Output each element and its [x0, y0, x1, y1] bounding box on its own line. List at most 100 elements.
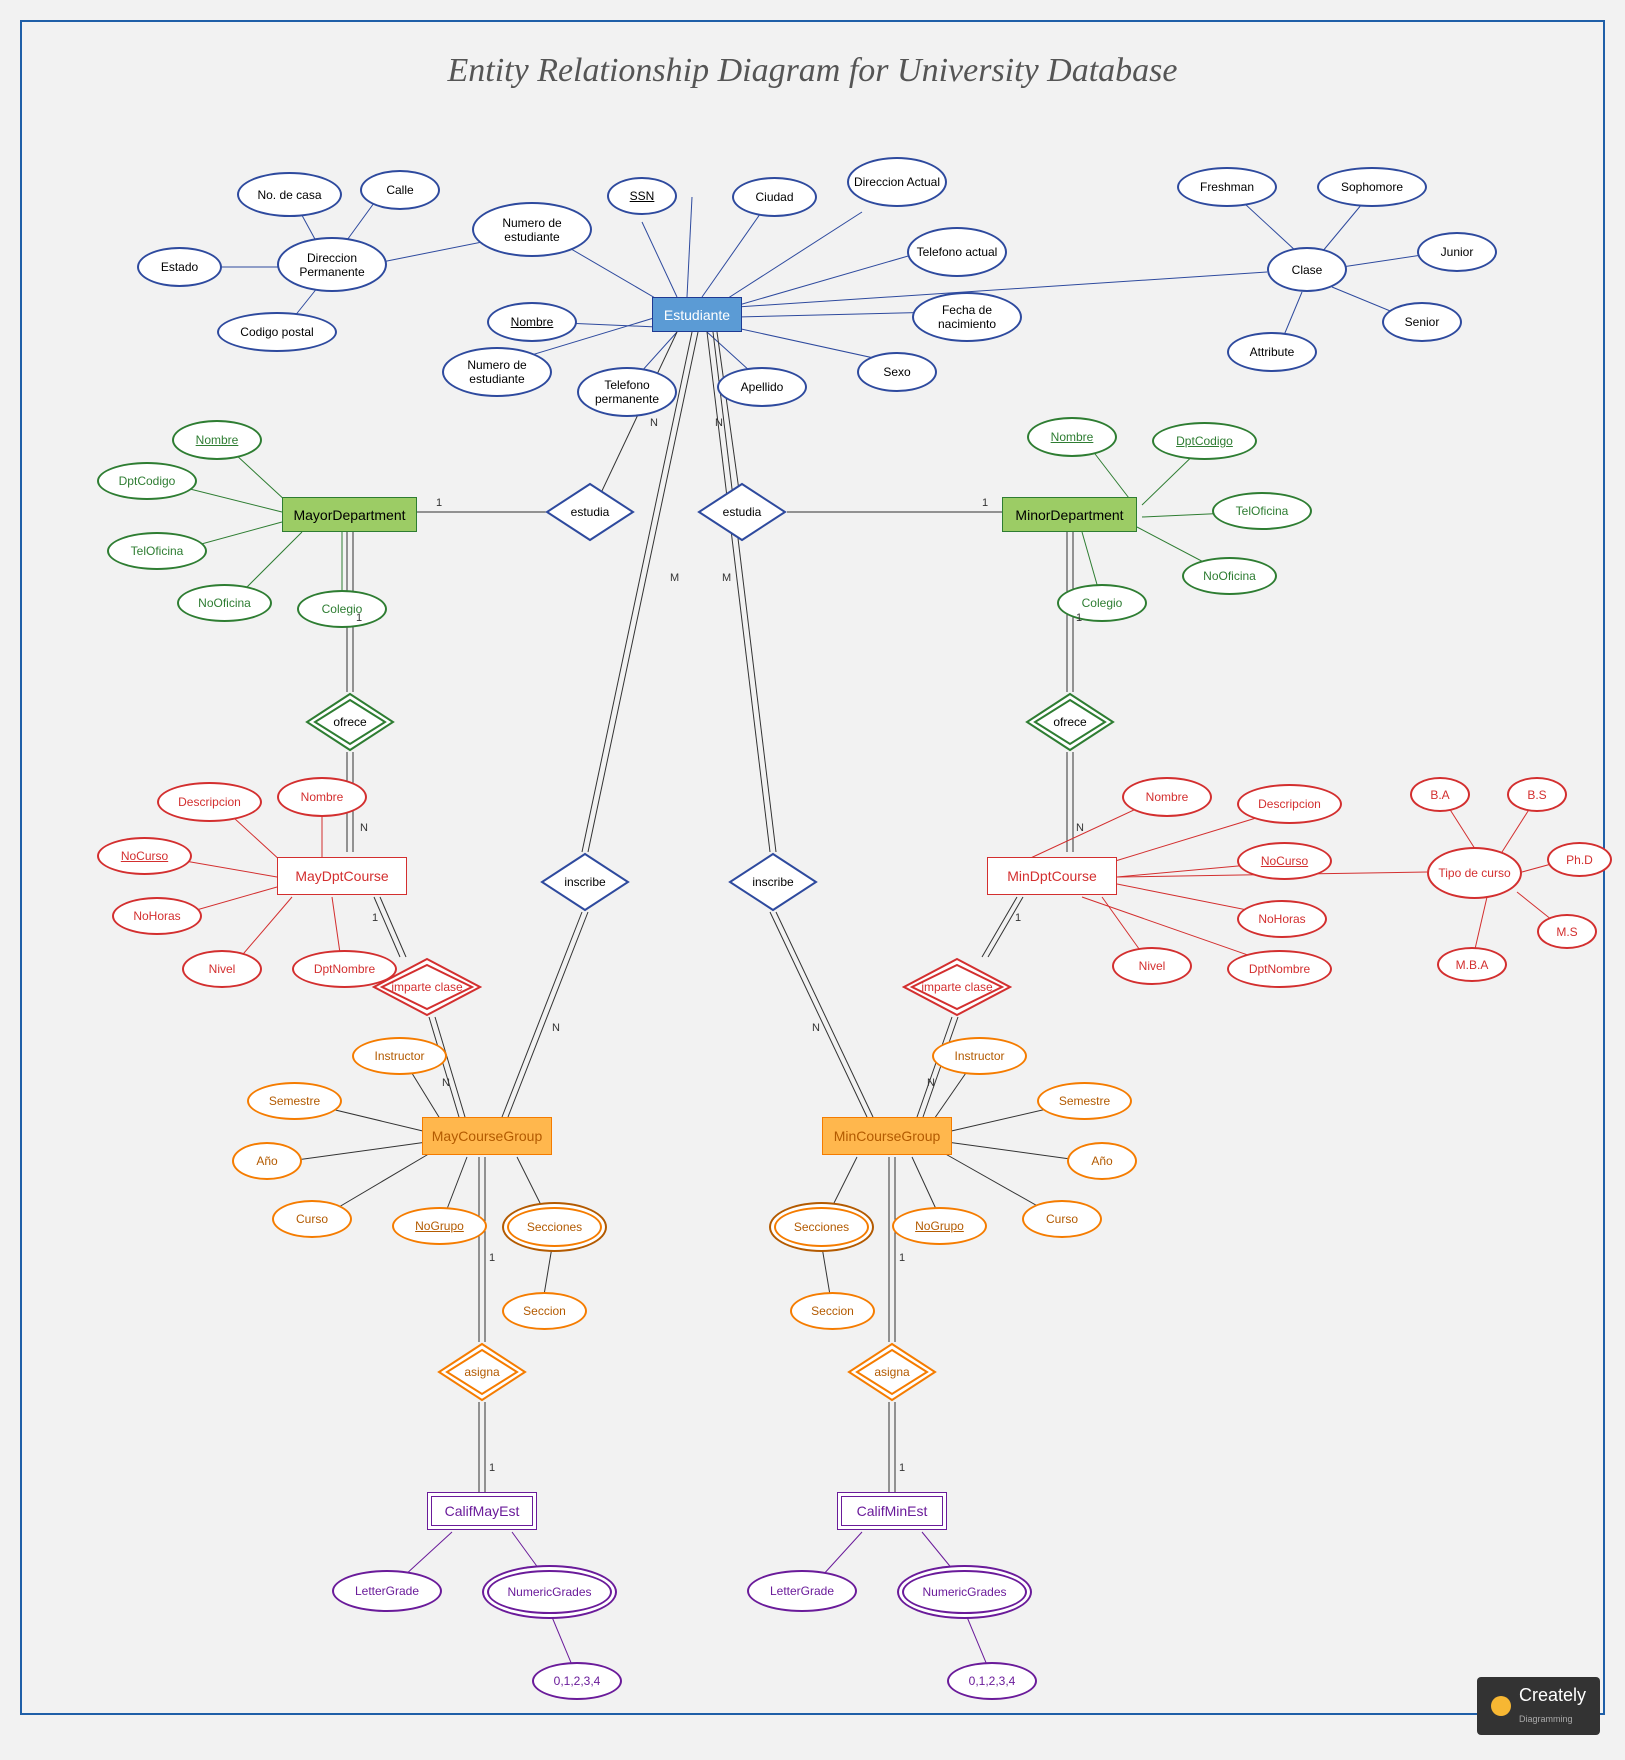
attr-dir-perm: Direccion Permanente	[277, 237, 387, 292]
card-m1: M	[670, 572, 679, 584]
attr-clase: Clase	[1267, 247, 1347, 292]
attr-mincg-curso: Curso	[1022, 1200, 1102, 1238]
card-n2: N	[715, 417, 723, 429]
attr-mindpt-descripcion: Descripcion	[1237, 784, 1342, 824]
attr-junior: Junior	[1417, 232, 1497, 272]
attr-ms: M.S	[1537, 914, 1597, 949]
attr-num-est2: Numero de estudiante	[472, 202, 592, 257]
attr-mindpt-nombre: Nombre	[1122, 777, 1212, 817]
card-1-10: 1	[899, 1462, 905, 1474]
attr-tel-actual: Telefono actual	[907, 227, 1007, 277]
entity-estudiante: Estudiante	[652, 297, 742, 332]
attr-senior: Senior	[1382, 302, 1462, 342]
attr-num-est: Numero de estudiante	[442, 347, 552, 397]
card-1-8: 1	[899, 1252, 905, 1264]
attr-minor-dptcodigo: DptCodigo	[1152, 422, 1257, 460]
rel-inscribe-1: inscribe	[540, 852, 630, 912]
bulb-icon	[1491, 1696, 1511, 1716]
attr-minor-colegio: Colegio	[1057, 584, 1147, 622]
attr-maydpt-nivel: Nivel	[182, 950, 262, 988]
card-1-1: 1	[436, 497, 442, 509]
attr-tel-perm: Telefono permanente	[577, 367, 677, 417]
attr-estado: Estado	[137, 247, 222, 287]
rel-asigna-1: asigna	[437, 1342, 527, 1402]
attr-mayor-dptcodigo: DptCodigo	[97, 462, 197, 500]
card-n4: N	[1076, 822, 1084, 834]
card-n5: N	[442, 1077, 450, 1089]
card-1-5: 1	[372, 912, 378, 924]
entity-mayor-department: MayorDepartment	[282, 497, 417, 532]
entity-may-course-group: MayCourseGroup	[422, 1117, 552, 1155]
rel-estudia-1: estudia	[545, 482, 635, 542]
attr-calle: Calle	[360, 170, 440, 210]
attr-fecha-nac: Fecha de nacimiento	[912, 292, 1022, 342]
attr-dir-actual: Direccion Actual	[847, 157, 947, 207]
attr-no-casa: No. de casa	[237, 172, 342, 217]
attr-maycg-instructor: Instructor	[352, 1037, 447, 1075]
entity-min-course-group: MinCourseGroup	[822, 1117, 952, 1155]
rel-ofrece-2: ofrece	[1025, 692, 1115, 752]
attr-minor-teloficina: TelOficina	[1212, 492, 1312, 530]
diagram-frame: Entity Relationship Diagram for Universi…	[20, 20, 1605, 1715]
attr-mindpt-dptnombre: DptNombre	[1227, 950, 1332, 988]
attr-attribute: Attribute	[1227, 332, 1317, 372]
attr-mindpt-nohoras: NoHoras	[1237, 900, 1327, 938]
attr-mincg-secciones: Secciones	[774, 1207, 869, 1247]
attr-califmin-vals: 0,1,2,3,4	[947, 1662, 1037, 1700]
creately-logo: Creately Diagramming	[1477, 1677, 1600, 1735]
card-1-4: 1	[1076, 612, 1082, 624]
attr-ba: B.A	[1410, 777, 1470, 812]
attr-tipo-curso: Tipo de curso	[1427, 847, 1522, 899]
attr-mincg-semestre: Semestre	[1037, 1082, 1132, 1120]
card-1-2: 1	[982, 497, 988, 509]
attr-minor-nooficina: NoOficina	[1182, 557, 1277, 595]
rel-imparte-2: imparte clase	[902, 957, 1012, 1017]
attr-bs: B.S	[1507, 777, 1567, 812]
attr-mayor-nooficina: NoOficina	[177, 584, 272, 622]
attr-maycg-nogrupo: NoGrupo	[392, 1207, 487, 1245]
card-n7: N	[552, 1022, 560, 1034]
rel-ofrece-1: ofrece	[305, 692, 395, 752]
entity-calif-may-est: CalifMayEst	[427, 1492, 537, 1530]
card-n6: N	[927, 1077, 935, 1089]
attr-mincg-seccion: Seccion	[790, 1292, 875, 1330]
attr-maydpt-dptnombre: DptNombre	[292, 950, 397, 988]
card-n8: N	[812, 1022, 820, 1034]
attr-nombre-est: Nombre	[487, 302, 577, 342]
entity-may-dpt-course: MayDptCourse	[277, 857, 407, 895]
attr-maydpt-nombre: Nombre	[277, 777, 367, 817]
attr-mayor-nombre: Nombre	[172, 420, 262, 460]
card-1-3: 1	[356, 612, 362, 624]
attr-mincg-instructor: Instructor	[932, 1037, 1027, 1075]
attr-califmay-numeric: NumericGrades	[487, 1570, 612, 1614]
entity-min-dpt-course: MinDptCourse	[987, 857, 1117, 895]
attr-mindpt-nivel: Nivel	[1112, 947, 1192, 985]
card-m2: M	[722, 572, 731, 584]
attr-maydpt-nocurso: NoCurso	[97, 837, 192, 875]
attr-maycg-curso: Curso	[272, 1200, 352, 1238]
attr-mindpt-nocurso: NoCurso	[1237, 842, 1332, 880]
rel-inscribe-2: inscribe	[728, 852, 818, 912]
rel-estudia-2: estudia	[697, 482, 787, 542]
logo-tagline: Diagramming	[1519, 1714, 1573, 1724]
attr-mincg-nogrupo: NoGrupo	[892, 1207, 987, 1245]
attr-phd: Ph.D	[1547, 842, 1612, 877]
attr-califmin-numeric: NumericGrades	[902, 1570, 1027, 1614]
attr-mayor-colegio: Colegio	[297, 590, 387, 628]
attr-mayor-teloficina: TelOficina	[107, 532, 207, 570]
attr-cod-postal: Codigo postal	[217, 312, 337, 352]
attr-freshman: Freshman	[1177, 167, 1277, 207]
attr-maycg-ano: Año	[232, 1142, 302, 1180]
attr-maycg-seccion: Seccion	[502, 1292, 587, 1330]
diagram-title: Entity Relationship Diagram for Universi…	[22, 52, 1603, 90]
diagram-page: Entity Relationship Diagram for Universi…	[0, 0, 1625, 1760]
attr-maydpt-nohoras: NoHoras	[112, 897, 202, 935]
card-1-6: 1	[1015, 912, 1021, 924]
attr-apellido: Apellido	[717, 367, 807, 407]
attr-maycg-semestre: Semestre	[247, 1082, 342, 1120]
card-n3: N	[360, 822, 368, 834]
attr-minor-nombre: Nombre	[1027, 417, 1117, 457]
logo-brand: Creately	[1519, 1685, 1586, 1705]
attr-sexo: Sexo	[857, 352, 937, 392]
card-1-9: 1	[489, 1462, 495, 1474]
